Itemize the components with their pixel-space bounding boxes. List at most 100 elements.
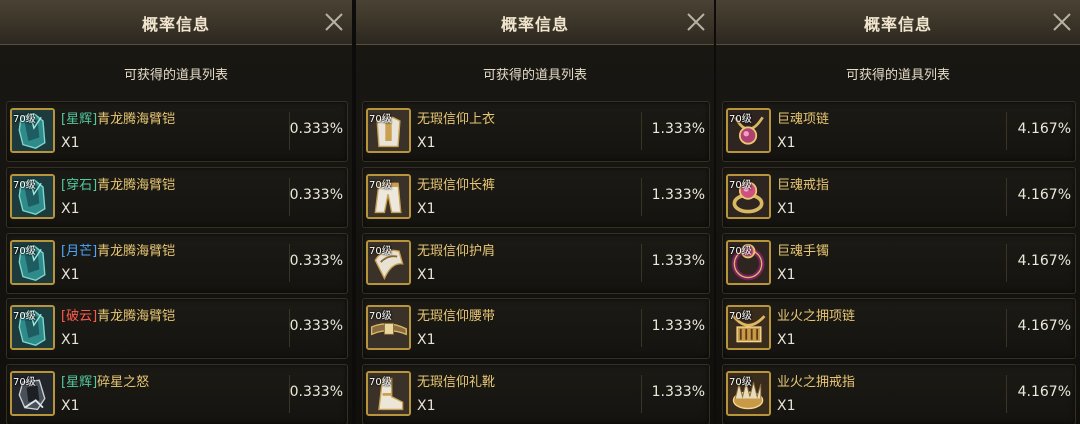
- item-name: 无瑕信仰护肩: [417, 240, 495, 259]
- item-quantity: X1: [417, 201, 436, 217]
- probability-value: 0.333%: [289, 253, 343, 269]
- item-quantity: X1: [417, 267, 436, 283]
- item-name: [月芒]青龙腾海臂铠: [61, 240, 175, 259]
- level-label: 70级: [13, 311, 36, 322]
- item-name: [星辉]青龙腾海臂铠: [61, 108, 175, 127]
- item-name: 巨魂戒指: [777, 174, 829, 193]
- item-slot[interactable]: 70级: [10, 305, 55, 350]
- item-name: 业火之拥戒指: [777, 371, 855, 390]
- list-item[interactable]: 70级 巨魂戒指 X1 4.167%: [722, 167, 1076, 228]
- level-label: 70级: [13, 114, 36, 125]
- close-icon[interactable]: [1050, 10, 1074, 34]
- level-label: 70级: [729, 180, 752, 191]
- list-item[interactable]: 70级 无瑕信仰上衣 X1 1.333%: [362, 101, 710, 162]
- probability-value: 4.167%: [1017, 318, 1071, 334]
- item-list-subtitle: 可获得的道具列表: [845, 68, 950, 83]
- item-slot[interactable]: 70级: [726, 108, 771, 153]
- divider: [641, 244, 642, 282]
- list-item[interactable]: 70级 [穿石]青龙腾海臂铠 X1 0.333%: [6, 167, 348, 228]
- item-name: 巨魂项链: [777, 108, 829, 127]
- item-slot[interactable]: 70级: [366, 108, 411, 153]
- level-label: 70级: [369, 246, 392, 257]
- divider: [641, 309, 642, 347]
- list-item[interactable]: 70级 巨魂手镯 X1 4.167%: [722, 233, 1076, 294]
- divider: [641, 112, 642, 150]
- item-slot[interactable]: 70级: [10, 174, 55, 219]
- item-slot[interactable]: 70级: [366, 240, 411, 285]
- item-quantity: X1: [417, 135, 436, 151]
- item-name-text: 无瑕信仰礼靴: [417, 375, 496, 390]
- item-list-subtitle: 可获得的道具列表: [482, 68, 587, 83]
- item-quantity: X1: [777, 201, 796, 217]
- divider: [1006, 244, 1007, 282]
- item-name: 无瑕信仰上衣: [417, 108, 495, 127]
- probability-value: 0.333%: [289, 187, 343, 203]
- probability-value: 4.167%: [1017, 121, 1071, 137]
- probability-panel: 概率信息 可获得的道具列表 70级 巨魂项链 X1 4.167% 70级 巨魂戒…: [716, 0, 1080, 424]
- probability-value: 0.333%: [289, 384, 343, 400]
- item-name: 业火之拥项链: [777, 305, 855, 324]
- item-slot[interactable]: 70级: [726, 240, 771, 285]
- probability-value: 0.333%: [289, 121, 343, 137]
- item-slot[interactable]: 70级: [726, 174, 771, 219]
- level-label: 70级: [369, 377, 392, 388]
- item-quantity: X1: [61, 267, 80, 283]
- item-list-subtitle: 可获得的道具列表: [123, 68, 228, 83]
- level-label: 70级: [13, 246, 36, 257]
- probability-value: 4.167%: [1017, 384, 1071, 400]
- item-quantity: X1: [61, 398, 80, 414]
- item-slot[interactable]: 70级: [10, 240, 55, 285]
- item-name-text: 业火之拥戒指: [777, 375, 856, 390]
- close-icon[interactable]: [684, 10, 708, 34]
- level-label: 70级: [729, 311, 752, 322]
- item-quantity: X1: [777, 135, 796, 151]
- item-slot[interactable]: 70级: [10, 108, 55, 153]
- close-icon[interactable]: [322, 10, 346, 34]
- divider: [1006, 112, 1007, 150]
- item-name-text: 巨魂戒指: [777, 178, 830, 193]
- list-item[interactable]: 70级 无瑕信仰护肩 X1 1.333%: [362, 233, 710, 294]
- level-label: 70级: [729, 114, 752, 125]
- probability-value: 1.333%: [651, 318, 705, 334]
- item-name-text: 青龙腾海臂铠: [97, 244, 176, 259]
- list-item[interactable]: 70级 业火之拥戒指 X1 4.167%: [722, 364, 1076, 424]
- item-name: [穿石]青龙腾海臂铠: [61, 174, 175, 193]
- level-label: 70级: [729, 377, 752, 388]
- item-slot[interactable]: 70级: [366, 174, 411, 219]
- item-slot[interactable]: 70级: [726, 371, 771, 416]
- item-slot[interactable]: 70级: [10, 371, 55, 416]
- list-item[interactable]: 70级 [月芒]青龙腾海臂铠 X1 0.333%: [6, 233, 348, 294]
- item-name: 无瑕信仰腰带: [417, 305, 495, 324]
- item-quantity: X1: [417, 332, 436, 348]
- list-item[interactable]: 70级 业火之拥项链 X1 4.167%: [722, 298, 1076, 359]
- probability-panel: 概率信息 可获得的道具列表 70级 无瑕信仰上衣 X1 1.333% 70级 无…: [356, 0, 714, 424]
- level-label: 70级: [369, 114, 392, 125]
- panel-header: 概率信息: [356, 0, 714, 45]
- item-quantity: X1: [417, 398, 436, 414]
- item-quantity: X1: [777, 267, 796, 283]
- item-name: 无瑕信仰礼靴: [417, 371, 495, 390]
- item-slot[interactable]: 70级: [726, 305, 771, 350]
- probability-value: 4.167%: [1017, 253, 1071, 269]
- list-item[interactable]: 70级 无瑕信仰腰带 X1 1.333%: [362, 298, 710, 359]
- list-item[interactable]: 70级 [破云]青龙腾海臂铠 X1 0.333%: [6, 298, 348, 359]
- level-label: 70级: [369, 180, 392, 191]
- item-slot[interactable]: 70级: [366, 305, 411, 350]
- level-label: 70级: [13, 180, 36, 191]
- item-name-text: 碎星之怒: [97, 375, 150, 390]
- panel-title: 概率信息: [863, 15, 932, 34]
- list-item[interactable]: 70级 无瑕信仰长裤 X1 1.333%: [362, 167, 710, 228]
- list-item[interactable]: 70级 无瑕信仰礼靴 X1 1.333%: [362, 364, 710, 424]
- divider: [641, 178, 642, 216]
- list-item[interactable]: 70级 巨魂项链 X1 4.167%: [722, 101, 1076, 162]
- item-tag: [星辉]: [61, 112, 98, 127]
- item-quantity: X1: [61, 201, 80, 217]
- probability-value: 1.333%: [651, 187, 705, 203]
- item-slot[interactable]: 70级: [366, 371, 411, 416]
- item-name-text: 无瑕信仰上衣: [417, 112, 496, 127]
- list-item[interactable]: 70级 [星辉]青龙腾海臂铠 X1 0.333%: [6, 101, 348, 162]
- probability-value: 1.333%: [651, 384, 705, 400]
- item-tag: [月芒]: [61, 244, 98, 259]
- list-item[interactable]: 70级 [星辉]碎星之怒 X1 0.333%: [6, 364, 348, 424]
- divider: [1006, 178, 1007, 216]
